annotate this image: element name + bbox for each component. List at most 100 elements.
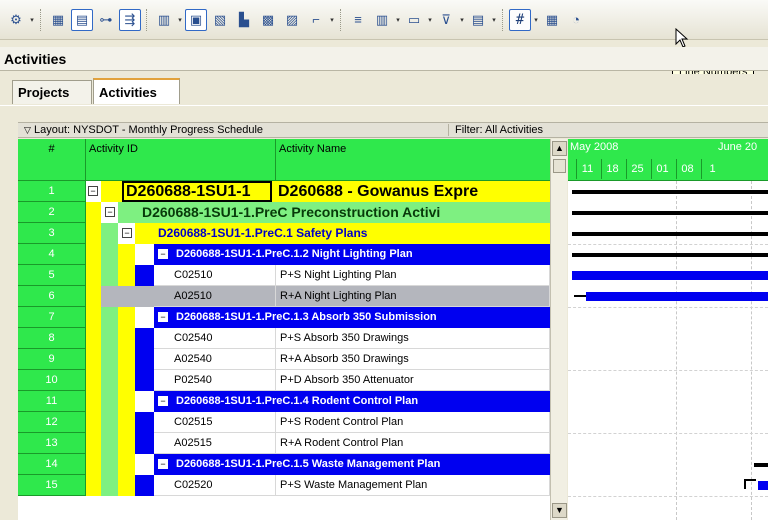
- layout-button[interactable]: ▧: [209, 9, 231, 31]
- details-button[interactable]: ▣: [185, 8, 207, 31]
- activity-name[interactable]: P+S Absorb 350 Drawings: [276, 328, 550, 349]
- table-row[interactable]: 12 C02515 P+S Rodent Control Plan: [18, 412, 550, 433]
- activity-name[interactable]: R+A Night Lighting Plan: [276, 286, 550, 307]
- network-button[interactable]: ⊶: [95, 9, 117, 31]
- collapse-toggle-icon[interactable]: −: [88, 186, 98, 196]
- filter-button[interactable]: ⊽: [435, 9, 457, 31]
- schedule-button[interactable]: ◔: [565, 9, 587, 31]
- indent-band: [118, 265, 135, 286]
- line-numbers-button[interactable]: #: [509, 8, 531, 31]
- indent-band: [86, 286, 101, 307]
- indent-band: [118, 307, 135, 328]
- collapse-toggle-icon[interactable]: −: [122, 228, 132, 238]
- relationship-button[interactable]: ⇶: [119, 8, 141, 31]
- row-number: 15: [18, 475, 86, 496]
- activity-name[interactable]: R+A Absorb 350 Drawings: [276, 349, 550, 370]
- gantt-chart[interactable]: May 2008 June 20 11 18 25 01 08 1: [568, 139, 768, 520]
- activity-table: # Activity ID Activity Name 1− D260688-1S…: [18, 139, 550, 520]
- indent-band: [118, 433, 135, 454]
- wbs-row[interactable]: 3 − D260688-1SU1-1.PreC.1 Safety Plans: [18, 223, 550, 244]
- gantt-bar[interactable]: [572, 231, 768, 236]
- indent-band: [135, 265, 154, 286]
- tab-projects[interactable]: Projects: [12, 80, 92, 104]
- vertical-scrollbar[interactable]: ▲ ▼: [550, 139, 567, 520]
- activity-id[interactable]: A02540: [154, 349, 276, 370]
- activity-name[interactable]: P+S Rodent Control Plan: [276, 412, 550, 433]
- table-row[interactable]: 10 P02540 P+D Absorb 350 Attenuator: [18, 370, 550, 391]
- profile-button[interactable]: ▨: [281, 9, 303, 31]
- dropdown-arrow-icon[interactable]: ▾: [28, 16, 36, 24]
- gantt-view-icon: ▤: [75, 12, 89, 27]
- gantt-bar[interactable]: [572, 189, 768, 194]
- columns-button[interactable]: ▥: [371, 9, 393, 31]
- activity-id[interactable]: C02540: [154, 328, 276, 349]
- dropdown-arrow-icon[interactable]: ▾: [176, 16, 184, 24]
- wbs-row[interactable]: 11 − D260688-1SU1-1.PreC.1.4 Rodent Contro…: [18, 391, 550, 412]
- activity-id[interactable]: C02520: [154, 475, 276, 496]
- wbs-row[interactable]: 1− D260688-1SU1-1 D260688 - Gowanus Expre: [18, 181, 550, 202]
- collapse-button[interactable]: ▤: [467, 9, 489, 31]
- column-header-number[interactable]: #: [18, 139, 86, 181]
- chart-button[interactable]: ▙: [233, 9, 255, 31]
- activity-id[interactable]: C02515: [154, 412, 276, 433]
- collapse-toggle-icon[interactable]: −: [158, 396, 168, 406]
- wbs-row[interactable]: 2 − D260688-1SU1-1.PreC Preconstruction Ac…: [18, 202, 550, 223]
- wbs-row[interactable]: 4 − D260688-1SU1-1.PreC.1.2 Night Lighting…: [18, 244, 550, 265]
- activity-name[interactable]: P+S Night Lighting Plan: [276, 265, 550, 286]
- tab-activities[interactable]: Activities: [93, 78, 180, 104]
- table-view-button[interactable]: ▦: [47, 9, 69, 31]
- gantt-bar[interactable]: [758, 481, 768, 490]
- trace-button[interactable]: ⌐: [305, 9, 327, 31]
- indent-band: [101, 307, 118, 328]
- group-sort-button[interactable]: ≡: [347, 9, 369, 31]
- table-row[interactable]: 6 A02510 R+A Night Lighting Plan: [18, 286, 550, 307]
- table-row[interactable]: 9 A02540 R+A Absorb 350 Drawings: [18, 349, 550, 370]
- gantt-gridline: [568, 496, 768, 497]
- column-header-activity-name[interactable]: Activity Name: [276, 139, 550, 181]
- table-row[interactable]: 8 C02540 P+S Absorb 350 Drawings: [18, 328, 550, 349]
- dropdown-arrow-icon[interactable]: ▾: [458, 16, 466, 24]
- collapse-toggle-icon[interactable]: −: [158, 312, 168, 322]
- table-header: # Activity ID Activity Name: [18, 139, 550, 181]
- scroll-up-icon[interactable]: ▲: [552, 141, 567, 156]
- collapse-toggle-icon[interactable]: −: [158, 249, 168, 259]
- table-row[interactable]: 15 C02520 P+S Waste Management Plan: [18, 475, 550, 496]
- gantt-bar[interactable]: [586, 292, 768, 301]
- column-header-activity-id[interactable]: Activity ID: [86, 139, 276, 181]
- gantt-bar[interactable]: [572, 271, 768, 280]
- dropdown-arrow-icon[interactable]: ▾: [328, 16, 336, 24]
- filter-label[interactable]: Filter: All Activities: [448, 124, 543, 136]
- bars-button[interactable]: ▭: [403, 9, 425, 31]
- activity-name[interactable]: P+S Waste Management Plan: [276, 475, 550, 496]
- activity-name[interactable]: R+A Rodent Control Plan: [276, 433, 550, 454]
- dropdown-arrow-icon[interactable]: ▾: [490, 16, 498, 24]
- assign-button[interactable]: ⚙: [5, 9, 27, 31]
- activity-id[interactable]: C02510: [154, 265, 276, 286]
- gantt-view-button[interactable]: ▤: [71, 8, 93, 31]
- dropdown-arrow-icon[interactable]: ▾: [394, 16, 402, 24]
- table-row[interactable]: 5 C02510 P+S Night Lighting Plan: [18, 265, 550, 286]
- dropdown-arrow-icon[interactable]: ▾: [532, 16, 540, 24]
- histogram-button[interactable]: ▥: [153, 9, 175, 31]
- scroll-down-icon[interactable]: ▼: [552, 503, 567, 518]
- activity-id[interactable]: A02510: [154, 286, 276, 307]
- layout-label: Layout: NYSDOT - Monthly Progress Schedu…: [33, 124, 264, 136]
- row-number: 8: [18, 328, 86, 349]
- activity-name[interactable]: P+D Absorb 350 Attenuator: [276, 370, 550, 391]
- wbs-row[interactable]: 7 − D260688-1SU1-1.PreC.1.3 Absorb 350 Sub…: [18, 307, 550, 328]
- gantt-bar[interactable]: [572, 210, 768, 215]
- collapse-toggle-icon[interactable]: −: [158, 459, 168, 469]
- table-row[interactable]: 13 A02515 R+A Rodent Control Plan: [18, 433, 550, 454]
- dropdown-arrow-icon[interactable]: ▾: [426, 16, 434, 24]
- layout-dropdown[interactable]: ▽ Layout: NYSDOT - Monthly Progress Sche…: [24, 124, 263, 136]
- collapse-toggle-icon[interactable]: −: [105, 207, 115, 217]
- scroll-thumb[interactable]: [553, 159, 566, 173]
- gantt-bar[interactable]: [572, 252, 768, 257]
- usage-button[interactable]: ▩: [257, 9, 279, 31]
- wbs-row[interactable]: 14 − D260688-1SU1-1.PreC.1.5 Waste Managem…: [18, 454, 550, 475]
- wbs-label: D260688-1SU1-1.PreC.1.5 Waste Management…: [176, 458, 441, 470]
- activity-id[interactable]: P02540: [154, 370, 276, 391]
- activity-id[interactable]: A02515: [154, 433, 276, 454]
- summary-button[interactable]: ▦: [541, 9, 563, 31]
- gantt-bar[interactable]: [754, 462, 768, 467]
